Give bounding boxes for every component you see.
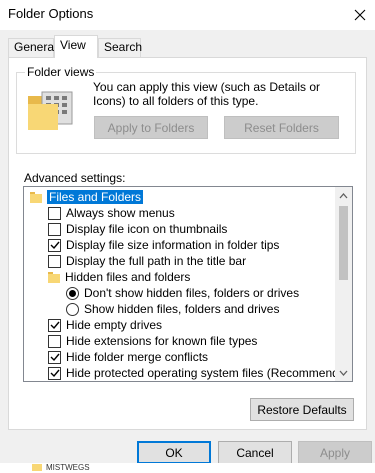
checkmark-icon bbox=[50, 369, 60, 378]
tree-scrollbar[interactable] bbox=[335, 187, 352, 381]
checkbox-hide-extensions[interactable]: Hide extensions for known file types bbox=[48, 333, 257, 349]
tree-item-label: Hide extensions for known file types bbox=[66, 334, 258, 348]
restore-defaults-button[interactable]: Restore Defaults bbox=[250, 398, 354, 421]
tab-search[interactable]: Search bbox=[98, 38, 143, 57]
checkbox-box[interactable] bbox=[48, 222, 61, 236]
checkbox-display-file-icon-on-thumbnails[interactable]: Display file icon on thumbnails bbox=[48, 221, 227, 237]
checkbox-hide-protected-os-files[interactable]: Hide protected operating system files (R… bbox=[48, 365, 353, 381]
reset-folders-button[interactable]: Reset Folders bbox=[224, 116, 339, 139]
ok-label: OK bbox=[165, 445, 183, 460]
tree-item-label: Hidden files and folders bbox=[65, 270, 191, 284]
restore-defaults-label: Restore Defaults bbox=[257, 402, 347, 417]
tree-item-label: Don't show hidden files, folders or driv… bbox=[84, 286, 300, 300]
checkbox-display-full-path[interactable]: Display the full path in the title bar bbox=[48, 253, 246, 269]
checkbox-box[interactable] bbox=[48, 318, 61, 332]
peek-folder-icon bbox=[32, 463, 42, 473]
checkmark-icon bbox=[50, 321, 60, 330]
checkmark-icon bbox=[50, 353, 60, 362]
checkbox-box[interactable] bbox=[48, 334, 61, 348]
tree-item-label: Display the full path in the title bar bbox=[66, 254, 247, 268]
tree-item-label: Display file icon on thumbnails bbox=[66, 222, 228, 236]
tree-item-label: Hide folder merge conflicts bbox=[66, 350, 209, 364]
tab-view[interactable]: View bbox=[54, 35, 98, 58]
tab-general[interactable]: General bbox=[8, 38, 57, 57]
chevron-up-icon bbox=[339, 192, 348, 198]
folder-icon bbox=[30, 191, 42, 203]
tree-item-label: Hide protected operating system files (R… bbox=[66, 366, 353, 380]
close-button[interactable] bbox=[345, 0, 375, 30]
scroll-thumb[interactable] bbox=[339, 206, 348, 280]
apply-label: Apply bbox=[319, 445, 351, 460]
title-bar: Folder Options bbox=[0, 0, 375, 30]
apply-to-folders-button[interactable]: Apply to Folders bbox=[94, 116, 208, 139]
checkbox-display-file-size-info[interactable]: Display file size information in folder … bbox=[48, 237, 279, 253]
checkmark-icon bbox=[50, 241, 60, 250]
scroll-down-button[interactable] bbox=[335, 364, 352, 381]
folder-view-icon bbox=[28, 91, 73, 130]
advanced-settings-tree[interactable]: Files and Folders Always show menus Disp… bbox=[23, 186, 353, 382]
tree-item-label: Display file size information in folder … bbox=[66, 238, 280, 252]
tree-folder-hidden-files-and-folders[interactable]: Hidden files and folders bbox=[48, 269, 190, 285]
checkbox-box[interactable] bbox=[48, 350, 61, 364]
ok-button[interactable]: OK bbox=[137, 441, 211, 464]
tree-folder-files-and-folders[interactable]: Files and Folders bbox=[30, 189, 144, 205]
checkbox-always-show-menus[interactable]: Always show menus bbox=[48, 205, 175, 221]
radio-dot bbox=[69, 289, 76, 297]
tree-item-label: Show hidden files, folders and drives bbox=[84, 302, 280, 316]
chevron-down-icon bbox=[339, 370, 348, 376]
folder-views-description: You can apply this view (such as Details… bbox=[93, 80, 321, 108]
radio-button[interactable] bbox=[66, 302, 79, 316]
radio-show-hidden[interactable]: Show hidden files, folders and drives bbox=[66, 301, 279, 317]
tab-label: General bbox=[14, 40, 57, 54]
checkbox-box[interactable] bbox=[48, 238, 61, 252]
scroll-up-button[interactable] bbox=[335, 187, 352, 204]
folder-icon bbox=[48, 271, 60, 283]
tab-label: View bbox=[60, 38, 86, 52]
apply-button[interactable]: Apply bbox=[298, 441, 372, 464]
checkbox-box[interactable] bbox=[48, 206, 61, 220]
radio-dont-show-hidden[interactable]: Don't show hidden files, folders or driv… bbox=[66, 285, 299, 301]
tree-item-label: Files and Folders bbox=[47, 190, 144, 204]
apply-to-folders-label: Apply to Folders bbox=[107, 120, 195, 135]
close-icon bbox=[354, 9, 366, 21]
advanced-settings-label: Advanced settings: bbox=[24, 171, 126, 185]
folder-views-legend: Folder views bbox=[25, 65, 97, 79]
cancel-button[interactable]: Cancel bbox=[218, 441, 292, 464]
background-window-peek: MISTWEGS bbox=[0, 463, 375, 473]
peek-text: MISTWEGS bbox=[46, 463, 90, 472]
tab-label: Search bbox=[104, 40, 143, 54]
cancel-label: Cancel bbox=[236, 445, 274, 460]
tree-item-label: Hide empty drives bbox=[66, 318, 163, 332]
checkbox-hide-folder-merge-conflicts[interactable]: Hide folder merge conflicts bbox=[48, 349, 208, 365]
checkbox-hide-empty-drives[interactable]: Hide empty drives bbox=[48, 317, 162, 333]
reset-folders-label: Reset Folders bbox=[244, 120, 319, 135]
radio-button[interactable] bbox=[66, 286, 79, 300]
window-title: Folder Options bbox=[8, 6, 94, 21]
checkbox-box[interactable] bbox=[48, 366, 61, 380]
tree-item-label: Always show menus bbox=[66, 206, 175, 220]
checkbox-box[interactable] bbox=[48, 254, 61, 268]
